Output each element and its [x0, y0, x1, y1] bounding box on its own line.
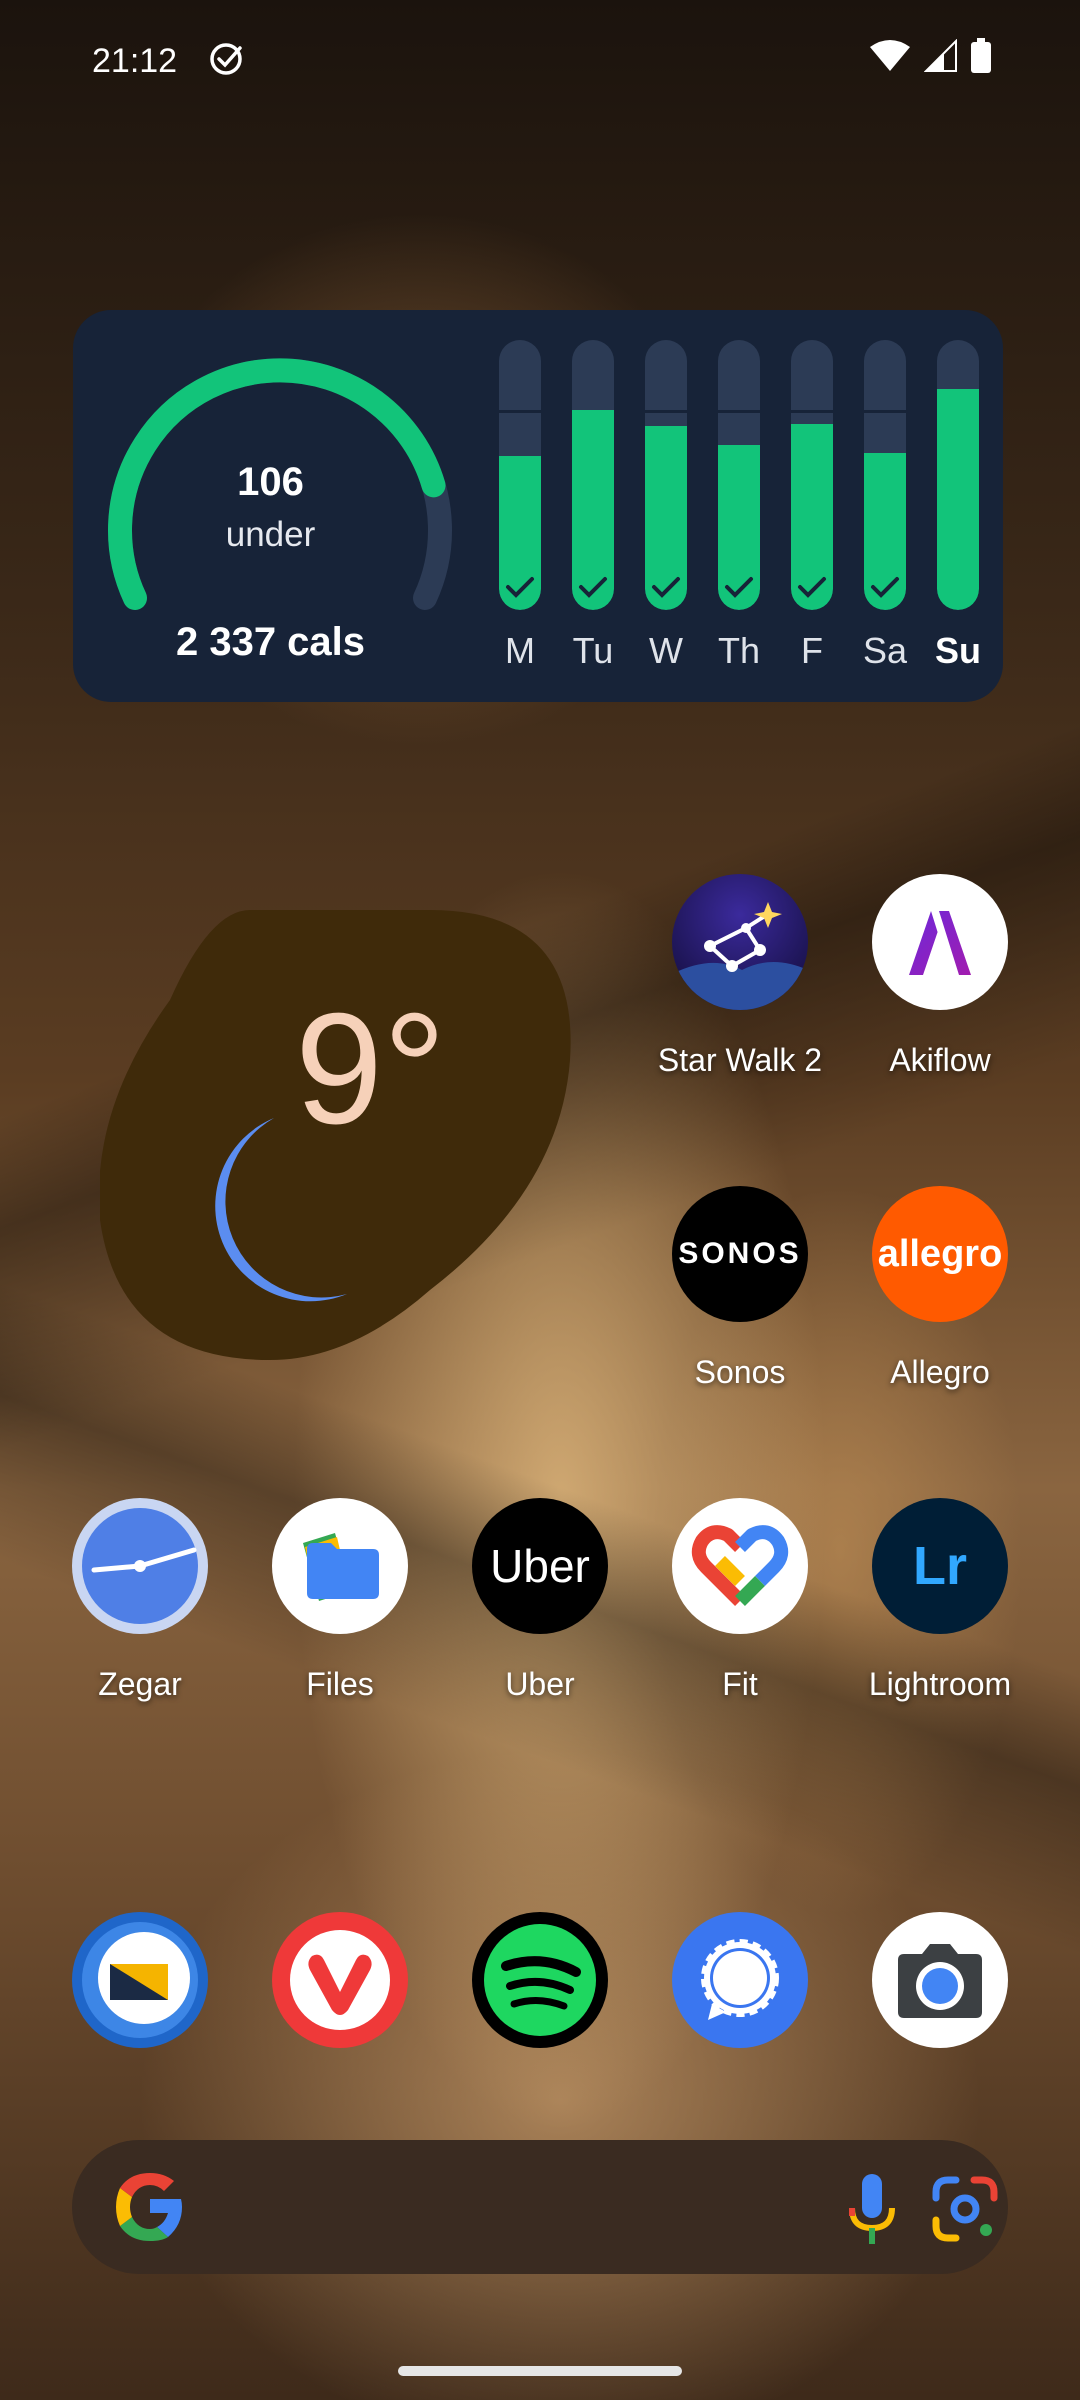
- day-label: Su: [934, 630, 981, 671]
- signal-icon: [924, 39, 957, 72]
- dock-camera[interactable]: [840, 1912, 1040, 2048]
- day-label: Th: [717, 630, 760, 671]
- google-g-icon: [116, 2173, 182, 2241]
- app-label: Fit: [722, 1666, 758, 1702]
- bar-track: [718, 340, 760, 610]
- clock-icon: [72, 1498, 208, 1634]
- google-fit-icon: [672, 1498, 808, 1634]
- mail-icon: [72, 1912, 208, 2048]
- app-label: Star Walk 2: [657, 1042, 823, 1078]
- google-search-bar[interactable]: [72, 2140, 1008, 2274]
- lightroom-logo: Lr: [913, 1536, 967, 1596]
- app-label: Sonos: [694, 1354, 786, 1390]
- app-label: Lightroom: [868, 1666, 1012, 1702]
- goal-marker: [864, 410, 906, 413]
- app-fit[interactable]: Fit: [640, 1498, 840, 1703]
- day-bar-f: F: [775, 340, 849, 690]
- moon-icon: [215, 1118, 347, 1302]
- day-label: Sa: [862, 630, 908, 671]
- status-icons: [868, 38, 992, 74]
- app-label: Files: [306, 1666, 374, 1702]
- app-allegro[interactable]: allegro Allegro: [840, 1186, 1040, 1391]
- app-zegar[interactable]: Zegar: [40, 1498, 240, 1703]
- app-label: Akiflow: [889, 1042, 991, 1078]
- vivaldi-icon: [272, 1912, 408, 2048]
- lightroom-icon: Lr: [872, 1498, 1008, 1634]
- dock-mail[interactable]: [40, 1912, 240, 2048]
- allegro-icon: allegro: [872, 1186, 1008, 1322]
- microphone-icon[interactable]: [842, 2170, 902, 2250]
- check-icon: [725, 577, 753, 598]
- files-icon: [272, 1498, 408, 1634]
- bar-track: [645, 340, 687, 610]
- bar-track: [791, 340, 833, 610]
- star-walk-icon: [672, 874, 808, 1010]
- day-bar-tu: Tu: [556, 340, 630, 690]
- allegro-logo: allegro: [877, 1232, 1003, 1275]
- goal-marker: [645, 410, 687, 413]
- calorie-widget[interactable]: 106 under 2 337 cals M Tu W Th F Sa Su: [73, 310, 1003, 702]
- check-icon: [579, 577, 607, 598]
- bar-track: [937, 340, 979, 610]
- day-label: M: [505, 630, 535, 671]
- dock-vivaldi[interactable]: [240, 1912, 440, 2048]
- day-label: F: [801, 630, 823, 671]
- weekly-bars: M Tu W Th F Sa Su: [483, 340, 983, 690]
- check-icon: [652, 577, 680, 598]
- calories-total: 2 337 cals: [175, 620, 366, 664]
- bar-track: [864, 340, 906, 610]
- goal-marker: [791, 410, 833, 413]
- dock-signal[interactable]: [640, 1912, 840, 2048]
- day-bar-m: M: [483, 340, 557, 690]
- app-label: Zegar: [98, 1666, 182, 1702]
- app-akiflow[interactable]: Akiflow: [840, 874, 1040, 1079]
- bar-track: [499, 340, 541, 610]
- day-bar-th: Th: [702, 340, 776, 690]
- uber-icon: Uber: [472, 1498, 608, 1634]
- signal-messenger-icon: [672, 1912, 808, 2048]
- sonos-icon: SONOS: [672, 1186, 808, 1322]
- google-lens-icon[interactable]: [930, 2174, 1000, 2244]
- day-bar-sa: Sa: [848, 340, 922, 690]
- app-label: Uber: [505, 1666, 575, 1702]
- day-bar-su: Su: [921, 340, 995, 690]
- status-time: 21:12: [92, 42, 178, 80]
- spotify-icon: [472, 1912, 608, 2048]
- day-bar-w: W: [629, 340, 703, 690]
- check-icon: [871, 577, 899, 598]
- bar-fill: [937, 389, 979, 610]
- app-uber[interactable]: Uber Uber: [440, 1498, 640, 1703]
- check-circle-icon: [210, 43, 242, 75]
- check-icon: [798, 577, 826, 598]
- day-label: W: [649, 630, 683, 671]
- uber-logo: Uber: [490, 1540, 590, 1592]
- weather-widget[interactable]: 9°: [98, 890, 580, 1370]
- camera-icon: [872, 1912, 1008, 2048]
- akiflow-icon: [872, 874, 1008, 1010]
- home-indicator[interactable]: [398, 2366, 682, 2376]
- battery-icon: [971, 38, 991, 73]
- app-label: Allegro: [890, 1354, 990, 1390]
- day-label: Tu: [572, 630, 614, 671]
- goal-marker: [499, 410, 541, 413]
- bar-track: [572, 340, 614, 610]
- dock-spotify[interactable]: [440, 1912, 640, 2048]
- status-bar: 21:12: [0, 38, 1080, 88]
- app-lightroom[interactable]: Lr Lightroom: [840, 1498, 1040, 1703]
- sonos-logo: SONOS: [678, 1237, 802, 1270]
- app-star-walk-2[interactable]: Star Walk 2: [640, 874, 840, 1079]
- check-icon: [506, 577, 534, 598]
- calories-remaining-label: under: [225, 515, 316, 554]
- calories-remaining: 106: [237, 460, 304, 504]
- app-sonos[interactable]: SONOS Sonos: [640, 1186, 840, 1391]
- app-files[interactable]: Files: [240, 1498, 440, 1703]
- wifi-icon: [870, 40, 910, 71]
- goal-marker: [718, 410, 760, 413]
